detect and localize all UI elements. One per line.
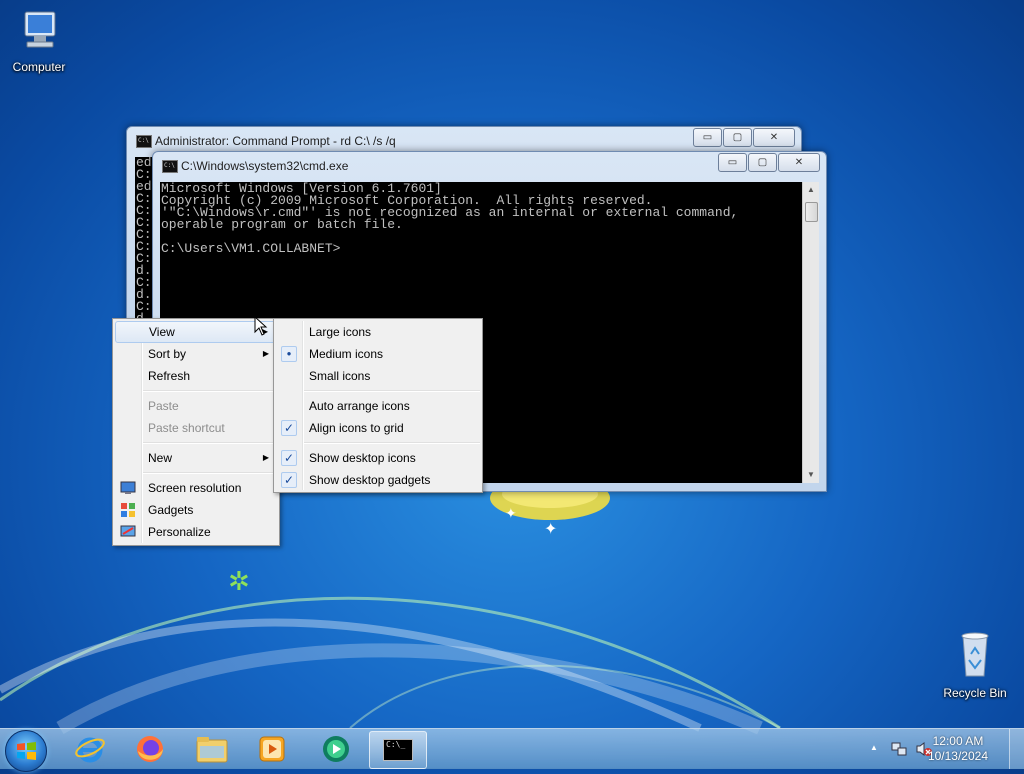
radio-bullet-icon: ●: [281, 346, 297, 362]
menu-item-label: Show desktop gadgets: [309, 473, 431, 487]
menu-item-label: Refresh: [148, 369, 191, 383]
submenu-item-large-icons[interactable]: Large icons: [276, 321, 480, 343]
submenu-arrow-icon: ▶: [262, 349, 269, 358]
menu-item-label: Screen resolution: [148, 481, 242, 495]
menu-separator: [143, 472, 277, 474]
cmd-minimize-button[interactable]: ▭: [718, 153, 747, 172]
menu-item-refresh[interactable]: Refresh: [115, 365, 277, 387]
cmd-window-titlebar[interactable]: C:\ C:\Windows\system32\cmd.exe ▭ ▢ ✕: [153, 152, 826, 178]
admin-window-titlebar[interactable]: C:\ Administrator: Command Prompt - rd C…: [127, 127, 801, 153]
taskbar-file-explorer[interactable]: [184, 731, 240, 767]
scroll-down-arrow[interactable]: ▼: [803, 467, 819, 483]
menu-item-view[interactable]: View ▶: [115, 321, 277, 343]
menu-item-label: Align icons to grid: [309, 421, 404, 435]
mouse-cursor-icon: [254, 316, 268, 336]
scroll-up-arrow[interactable]: ▲: [803, 182, 819, 198]
menu-item-label: Gadgets: [148, 503, 194, 517]
file-explorer-icon: [196, 737, 228, 763]
gadgets-icon: [121, 503, 135, 517]
submenu-item-medium-icons[interactable]: ● Medium icons: [276, 343, 480, 365]
checkmark-icon: ✓: [281, 420, 297, 436]
svg-text:✲: ✲: [228, 567, 250, 597]
menu-item-label: Show desktop icons: [309, 451, 416, 465]
admin-close-button[interactable]: ✕: [753, 128, 795, 147]
internet-explorer-icon: [75, 737, 105, 763]
taskbar-media-player[interactable]: [244, 731, 300, 767]
network-icon[interactable]: [890, 740, 908, 758]
computer-icon: [24, 11, 56, 48]
media-center-icon: [323, 736, 349, 762]
menu-item-gadgets[interactable]: Gadgets: [115, 499, 277, 521]
windows-logo-icon: [17, 742, 36, 760]
menu-separator: [304, 390, 480, 392]
submenu-arrow-icon: ▶: [262, 453, 269, 462]
menu-item-personalize[interactable]: Personalize: [115, 521, 277, 543]
menu-item-label: Paste: [148, 399, 179, 413]
menu-item-label: View: [149, 325, 175, 339]
computer-desktop-icon[interactable]: Computer: [1, 8, 77, 74]
media-player-icon: [259, 736, 285, 762]
admin-maximize-button[interactable]: ▢: [723, 128, 752, 147]
command-prompt-icon: C:\_: [383, 739, 413, 761]
taskbar-media-center[interactable]: [308, 731, 364, 767]
submenu-item-align-to-grid[interactable]: ✓ Align icons to grid: [276, 417, 480, 439]
menu-item-label: Large icons: [309, 325, 372, 339]
menu-separator: [143, 442, 277, 444]
clock-date: 10/13/2024: [927, 749, 988, 763]
submenu-item-show-desktop-icons[interactable]: ✓ Show desktop icons: [276, 447, 480, 469]
submenu-item-small-icons[interactable]: Small icons: [276, 365, 480, 387]
menu-item-label: Paste shortcut: [148, 421, 225, 435]
monitor-icon: [120, 481, 136, 494]
menu-separator: [143, 390, 277, 392]
recycle-bin-icon: [961, 632, 989, 677]
menu-item-label: Sort by: [148, 347, 187, 361]
svg-text:✦: ✦: [505, 506, 517, 522]
taskbar: C:\_ ▲ 12:00 AM 10/13/2024: [0, 728, 1024, 772]
checkmark-icon: ✓: [281, 472, 297, 488]
taskbar-internet-explorer[interactable]: [62, 731, 118, 767]
show-desktop-button[interactable]: [1009, 729, 1024, 769]
cmd-close-button[interactable]: ✕: [778, 153, 820, 172]
submenu-item-auto-arrange[interactable]: Auto arrange icons: [276, 395, 480, 417]
cmd-maximize-button[interactable]: ▢: [748, 153, 777, 172]
recycle-bin-label: Recycle Bin: [943, 686, 1007, 700]
menu-item-sort-by[interactable]: Sort by ▶: [115, 343, 277, 365]
taskbar-command-prompt[interactable]: C:\_: [369, 731, 427, 769]
cmd-vertical-scrollbar[interactable]: ▲ ▼: [802, 182, 819, 483]
menu-item-label: Medium icons: [309, 347, 384, 361]
menu-item-label: Personalize: [148, 525, 211, 539]
computer-label: Computer: [12, 60, 66, 74]
svg-text:✦: ✦: [544, 519, 557, 538]
admin-minimize-button[interactable]: ▭: [693, 128, 722, 147]
scroll-thumb[interactable]: [805, 202, 818, 222]
cmd-window-icon: C:\: [136, 135, 152, 148]
menu-item-label: New: [148, 451, 173, 465]
clock-time: 12:00 AM: [932, 734, 984, 748]
checkmark-icon: ✓: [281, 450, 297, 466]
personalize-icon: [120, 525, 136, 537]
firefox-icon: [137, 736, 163, 762]
view-submenu: Large icons ● Medium icons Small icons A…: [273, 318, 483, 493]
admin-window-title: Administrator: Command Prompt - rd C:\ /…: [155, 134, 396, 148]
desktop-context-menu: View ▶ Sort by ▶ Refresh Paste Paste sho…: [112, 318, 280, 546]
menu-item-paste: Paste: [115, 395, 277, 417]
start-button[interactable]: [5, 730, 47, 772]
menu-separator: [304, 442, 480, 444]
submenu-item-show-gadgets[interactable]: ✓ Show desktop gadgets: [276, 469, 480, 491]
tray-show-hidden-icons[interactable]: ▲: [870, 743, 878, 752]
menu-item-screen-resolution[interactable]: Screen resolution: [115, 477, 277, 499]
recycle-bin-desktop-icon[interactable]: Recycle Bin: [937, 630, 1013, 700]
menu-item-label: Auto arrange icons: [309, 399, 410, 413]
cmd-window-icon: C:\: [162, 160, 178, 173]
system-clock[interactable]: 12:00 AM 10/13/2024: [928, 734, 988, 764]
menu-item-paste-shortcut: Paste shortcut: [115, 417, 277, 439]
cmd-window-title: C:\Windows\system32\cmd.exe: [181, 159, 349, 173]
taskbar-firefox[interactable]: [122, 731, 178, 767]
menu-item-label: Small icons: [309, 369, 371, 383]
menu-item-new[interactable]: New ▶: [115, 447, 277, 469]
